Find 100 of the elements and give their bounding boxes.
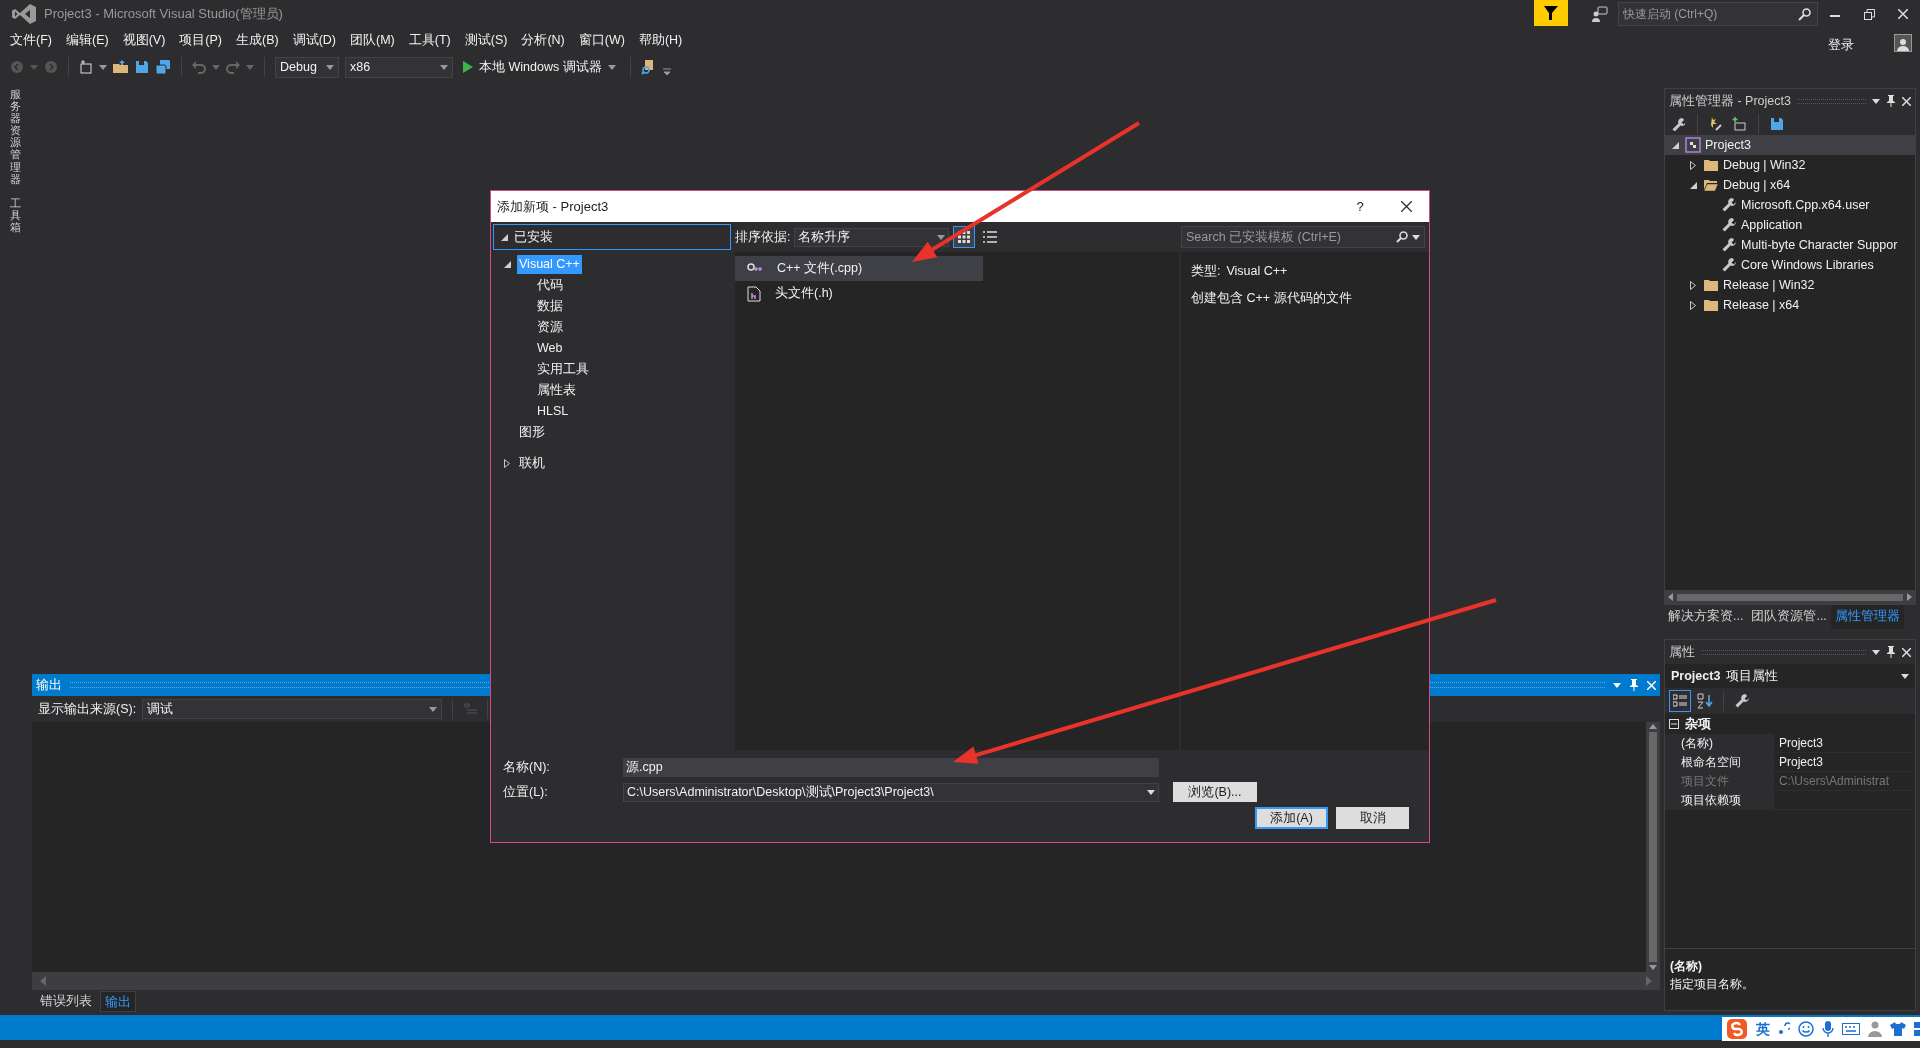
sort-dropdown[interactable]: 名称升序 [794, 227, 950, 247]
help-button[interactable]: ? [1337, 196, 1383, 217]
property-name[interactable]: 根命名空间 [1665, 753, 1775, 771]
horizontal-scrollbar[interactable] [1665, 590, 1915, 604]
cancel-button[interactable]: 取消 [1336, 807, 1409, 829]
close-icon[interactable] [1902, 96, 1911, 106]
input-method-logo-icon[interactable] [1726, 1018, 1748, 1040]
browse-button[interactable]: 浏览(B)... [1173, 782, 1257, 802]
menu-item[interactable]: 生成(B) [229, 30, 286, 50]
menu-item[interactable]: 测试(S) [457, 30, 515, 50]
menu-item[interactable]: 帮助(H) [631, 30, 690, 50]
object-selector[interactable]: Project3 项目属性 [1665, 664, 1915, 688]
menu-item[interactable]: 窗口(W) [571, 30, 632, 50]
tree-item[interactable]: 实用工具 [535, 360, 591, 379]
caret-icon [212, 64, 220, 70]
property-value[interactable]: Project3 [1775, 734, 1915, 752]
template-item[interactable]: 头文件(.h) [735, 281, 983, 306]
panel-tab[interactable]: 错误列表 [36, 991, 96, 1012]
tree-item[interactable]: Application [1665, 215, 1915, 235]
expander-icon[interactable] [501, 457, 513, 470]
tree-item[interactable]: 联机 [517, 454, 547, 473]
horizontal-scrollbar[interactable] [32, 972, 1660, 990]
tree-item[interactable]: Multi-byte Character Suppor [1665, 235, 1915, 255]
menu-item[interactable]: 文件(F) [3, 30, 59, 50]
menu-item[interactable]: 工具(T) [401, 30, 458, 50]
tree-item[interactable]: Web [535, 339, 565, 358]
overflow-icon[interactable] [662, 67, 671, 75]
panel-tab[interactable]: 团队资源管... [1747, 605, 1831, 629]
tree-item[interactable]: 代码 [535, 276, 565, 295]
property-name[interactable]: (名称) [1665, 734, 1775, 752]
tree-item[interactable]: Project3 [1665, 135, 1915, 155]
pin-icon[interactable] [1886, 95, 1896, 107]
side-tab[interactable]: 服务器资源管理器 [9, 88, 21, 185]
property-pages-icon[interactable] [1734, 693, 1750, 709]
undo-icon[interactable] [192, 60, 206, 74]
panel-tab[interactable]: 输出 [100, 991, 136, 1012]
tree-item[interactable]: Debug | Win32 [1665, 155, 1915, 175]
vertical-scrollbar[interactable] [1646, 722, 1660, 972]
add-button[interactable]: 添加(A) [1255, 807, 1328, 829]
add-existing-sheet-icon[interactable] [1732, 117, 1746, 131]
punctuation-icon[interactable] [1778, 1022, 1790, 1036]
categorized-button[interactable] [1669, 690, 1691, 712]
tree-item[interactable]: Microsoft.Cpp.x64.user [1665, 195, 1915, 215]
smiley-icon[interactable] [1798, 1021, 1814, 1037]
feedback-icon[interactable] [1592, 6, 1608, 22]
tree-item[interactable]: Core Windows Libraries [1665, 255, 1915, 275]
panel-tab[interactable]: 属性管理器 [1830, 605, 1904, 629]
tree-item[interactable]: Debug | x64 [1665, 175, 1915, 195]
save-all-icon[interactable] [155, 59, 171, 75]
collapse-icon[interactable] [1669, 719, 1679, 729]
sort-alphabetical-icon[interactable] [1697, 693, 1713, 709]
open-folder-icon[interactable] [113, 60, 129, 74]
tree-item[interactable]: 图形 [517, 423, 547, 442]
close-icon[interactable] [1902, 647, 1911, 657]
menu-item[interactable]: 调试(D) [285, 30, 343, 50]
redo-icon[interactable] [226, 60, 240, 74]
menu-item[interactable]: 分析(N) [514, 30, 572, 50]
keyboard-icon[interactable] [1842, 1023, 1860, 1035]
new-project-icon[interactable] [79, 60, 93, 74]
tree-item[interactable]: 属性表 [535, 381, 578, 400]
save-icon[interactable] [1771, 118, 1783, 130]
save-icon[interactable] [135, 60, 149, 74]
output-source-dropdown[interactable]: 调试 [142, 699, 443, 719]
template-item[interactable]: C++ 文件(.cpp) [735, 256, 983, 281]
platform-dropdown[interactable]: x86 [345, 56, 453, 78]
microphone-icon[interactable] [1822, 1021, 1834, 1037]
expander-icon[interactable] [1687, 299, 1699, 311]
wrench-icon[interactable] [1671, 117, 1685, 131]
name-field[interactable]: 源.cpp [623, 758, 1159, 777]
side-tab[interactable]: 工具箱 [9, 196, 21, 234]
property-value[interactable]: Project3 [1775, 753, 1915, 771]
add-property-sheet-icon[interactable] [1710, 117, 1724, 131]
tree-item[interactable]: 资源 [535, 318, 565, 337]
quick-launch-field[interactable]: 快速启动 (Ctrl+Q) [1618, 2, 1818, 26]
input-method-toolbar[interactable]: 英 [1722, 1017, 1920, 1041]
menu-item[interactable]: 视图(V) [115, 30, 173, 50]
panel-tab[interactable]: 解决方案资... [1664, 605, 1748, 629]
tree-item[interactable]: Release | Win32 [1665, 275, 1915, 295]
expander-icon[interactable] [1687, 159, 1699, 171]
filter-button[interactable] [1534, 0, 1568, 26]
tree-item[interactable]: HLSL [535, 402, 571, 421]
account-avatar[interactable] [1894, 34, 1912, 52]
configuration-dropdown[interactable]: Debug [275, 56, 339, 78]
start-debugging-button[interactable]: 本地 Windows 调试器 [459, 56, 620, 78]
tree-item[interactable]: 数据 [535, 297, 565, 316]
search-field[interactable]: Search 已安装模板 (Ctrl+E) [1181, 226, 1425, 248]
shirt-icon[interactable] [1890, 1022, 1906, 1036]
menu-item[interactable]: 项目(P) [172, 30, 229, 50]
language-toggle[interactable]: 英 [1756, 1018, 1770, 1040]
pin-icon[interactable] [1886, 646, 1896, 658]
tree-item[interactable]: Release | x64 [1665, 295, 1915, 315]
sign-in-link[interactable]: 登录 [1828, 35, 1854, 55]
menu-item[interactable]: 编辑(E) [58, 30, 116, 50]
expander-icon[interactable] [1687, 279, 1699, 291]
menu-item[interactable]: 团队(M) [343, 30, 402, 50]
category-header[interactable]: 已安装 [514, 227, 553, 247]
pin-icon[interactable] [1629, 679, 1639, 691]
property-name[interactable]: 项目依赖项 [1665, 791, 1775, 809]
person-icon[interactable] [1868, 1021, 1882, 1037]
location-dropdown[interactable]: C:\Users\Administrator\Desktop\测试\Project3\Project3\ [623, 782, 1159, 802]
